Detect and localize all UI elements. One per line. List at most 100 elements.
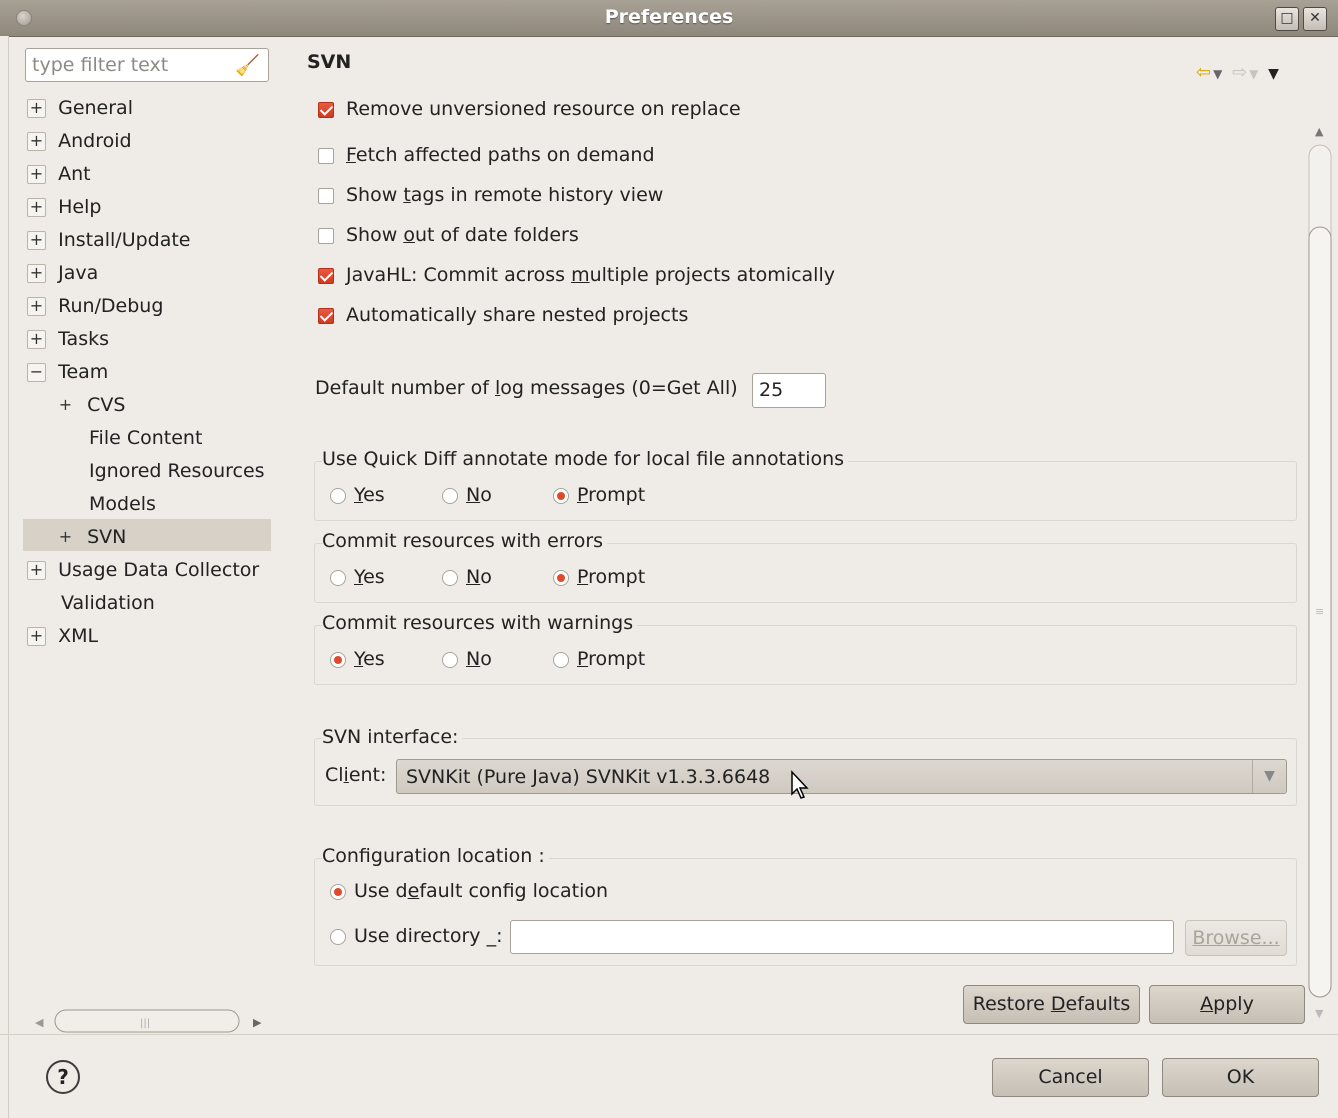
- cancel-button[interactable]: Cancel: [992, 1058, 1149, 1097]
- apply-button[interactable]: Apply: [1149, 985, 1305, 1024]
- tree-item-java[interactable]: + Java: [27, 257, 265, 290]
- label-part: es: [363, 648, 385, 670]
- forward-menu-icon[interactable]: ▼: [1249, 67, 1260, 81]
- radio-icon[interactable]: [330, 928, 346, 945]
- radio-selected-icon[interactable]: [330, 883, 346, 900]
- commit-warnings-no-radio[interactable]: No: [442, 648, 492, 670]
- show-tags-checkbox[interactable]: Show tags in remote history view: [318, 180, 663, 210]
- tree-item-svn[interactable]: + SVN: [27, 521, 265, 554]
- expand-icon[interactable]: +: [56, 396, 75, 415]
- remove-unversioned-checkbox[interactable]: Remove unversioned resource on replace: [318, 100, 878, 125]
- radio-icon[interactable]: [442, 487, 458, 504]
- client-select[interactable]: SVNKit (Pure Java) SVNKit v1.3.3.6648 ▼: [396, 759, 1287, 794]
- directory-input[interactable]: [510, 920, 1174, 954]
- tree-item-models[interactable]: Models: [27, 488, 265, 521]
- ok-button[interactable]: OK: [1162, 1058, 1319, 1097]
- back-menu-icon[interactable]: ▼: [1213, 67, 1224, 81]
- back-arrow-icon[interactable]: ⇦: [1196, 62, 1213, 83]
- expand-icon[interactable]: +: [27, 231, 46, 250]
- radio-icon[interactable]: [330, 487, 346, 504]
- checkbox-icon[interactable]: [318, 187, 334, 204]
- tree-horizontal-scrollbar[interactable]: ◀ ||| ▶: [25, 1008, 272, 1034]
- expand-icon[interactable]: +: [27, 330, 46, 349]
- label-part: rompt: [588, 484, 646, 506]
- radio-selected-icon[interactable]: [553, 569, 569, 586]
- expand-icon[interactable]: +: [27, 198, 46, 217]
- checkbox-checked-icon[interactable]: [318, 101, 334, 118]
- radio-selected-icon[interactable]: [330, 651, 346, 668]
- clear-filter-icon[interactable]: 🧹: [235, 53, 260, 77]
- commit-errors-yes-radio[interactable]: Yes: [330, 566, 385, 588]
- tree-item-team[interactable]: − Team: [27, 356, 265, 389]
- restore-defaults-button[interactable]: Restore Defaults: [963, 985, 1140, 1024]
- tree-item-label: Validation: [61, 592, 155, 614]
- fetch-paths-checkbox[interactable]: Fetch affected paths on demand: [318, 140, 655, 170]
- tree-item-run-debug[interactable]: + Run/Debug: [27, 290, 265, 323]
- expand-icon[interactable]: +: [27, 99, 46, 118]
- tree-item-android[interactable]: + Android: [27, 125, 265, 158]
- default-config-radio[interactable]: Use default config location: [330, 880, 608, 902]
- commit-errors-no-radio[interactable]: No: [442, 566, 492, 588]
- expand-icon[interactable]: +: [27, 165, 46, 184]
- expand-icon[interactable]: +: [27, 297, 46, 316]
- radio-icon[interactable]: [330, 569, 346, 586]
- label-part: ut of date folders: [414, 224, 579, 246]
- radio-selected-icon[interactable]: [553, 487, 569, 504]
- expand-icon[interactable]: +: [27, 264, 46, 283]
- collapse-icon[interactable]: −: [27, 363, 46, 382]
- chevron-down-icon[interactable]: ▼: [1252, 760, 1286, 793]
- expand-icon[interactable]: +: [27, 627, 46, 646]
- quick-diff-prompt-radio[interactable]: Prompt: [553, 484, 645, 506]
- browse-button[interactable]: Browse...: [1185, 920, 1287, 956]
- checkbox-checked-icon[interactable]: [318, 307, 334, 324]
- tree-item-tasks[interactable]: + Tasks: [27, 323, 265, 356]
- group-label: Configuration location :: [322, 845, 549, 867]
- scroll-down-icon: ▼: [1315, 1007, 1324, 1020]
- share-nested-checkbox[interactable]: Automatically share nested projects: [318, 300, 688, 330]
- tree-item-ant[interactable]: + Ant: [27, 158, 265, 191]
- checkbox-icon[interactable]: [318, 227, 334, 244]
- javahl-atomic-checkbox[interactable]: JavaHL: Commit across multiple projects …: [318, 260, 835, 290]
- tree-item-ignored-resources[interactable]: Ignored Resources: [27, 455, 265, 488]
- out-of-date-checkbox[interactable]: Show out of date folders: [318, 220, 579, 250]
- label-part: Cl: [325, 764, 344, 786]
- close-button[interactable]: ✕: [1303, 7, 1327, 31]
- tree-item-general[interactable]: + General: [27, 92, 265, 125]
- label-part: es: [363, 484, 385, 506]
- label-part: ent:: [348, 764, 387, 786]
- tree-item-validation[interactable]: Validation: [27, 587, 265, 620]
- use-directory-radio[interactable]: Use directory _:: [330, 925, 502, 947]
- filter-input[interactable]: type filter text: [32, 54, 168, 76]
- filter-field[interactable]: type filter text 🧹: [25, 48, 269, 82]
- expand-icon[interactable]: +: [27, 132, 46, 151]
- tree-item-file-content[interactable]: File Content: [27, 422, 265, 455]
- tree-item-label: Help: [58, 196, 102, 218]
- radio-icon[interactable]: [442, 569, 458, 586]
- commit-errors-prompt-radio[interactable]: Prompt: [553, 566, 645, 588]
- window-title: Preferences: [604, 6, 734, 28]
- maximize-button[interactable]: □: [1275, 7, 1299, 31]
- forward-arrow-icon[interactable]: ⇨: [1232, 62, 1249, 83]
- tree-item-xml[interactable]: + XML: [27, 620, 265, 653]
- tree-item-install-update[interactable]: + Install/Update: [27, 224, 265, 257]
- log-messages-input[interactable]: 25: [752, 373, 826, 408]
- checkbox-icon[interactable]: [318, 147, 334, 164]
- radio-icon[interactable]: [442, 651, 458, 668]
- commit-warnings-yes-radio[interactable]: Yes: [330, 648, 385, 670]
- quick-diff-no-radio[interactable]: No: [442, 484, 492, 506]
- client-select-value: SVNKit (Pure Java) SVNKit v1.3.3.6648: [406, 766, 771, 788]
- mouse-cursor-icon: [790, 770, 812, 805]
- tree-item-cvs[interactable]: + CVS: [27, 389, 265, 422]
- expand-icon[interactable]: +: [56, 528, 75, 547]
- quick-diff-yes-radio[interactable]: Yes: [330, 484, 385, 506]
- radio-icon[interactable]: [553, 651, 569, 668]
- expand-icon[interactable]: +: [27, 561, 46, 580]
- commit-warnings-prompt-radio[interactable]: Prompt: [553, 648, 645, 670]
- help-icon[interactable]: ?: [46, 1060, 80, 1094]
- checkbox-checked-icon[interactable]: [318, 267, 334, 284]
- content-vertical-scrollbar[interactable]: ▲ ≡ ▼: [1307, 115, 1333, 1025]
- tree-item-help[interactable]: + Help: [27, 191, 265, 224]
- view-menu-icon[interactable]: ▼: [1268, 66, 1281, 82]
- tree-item-usage-data-collector[interactable]: + Usage Data Collector: [27, 554, 265, 587]
- tree-item-label: Ignored Resources: [89, 460, 265, 482]
